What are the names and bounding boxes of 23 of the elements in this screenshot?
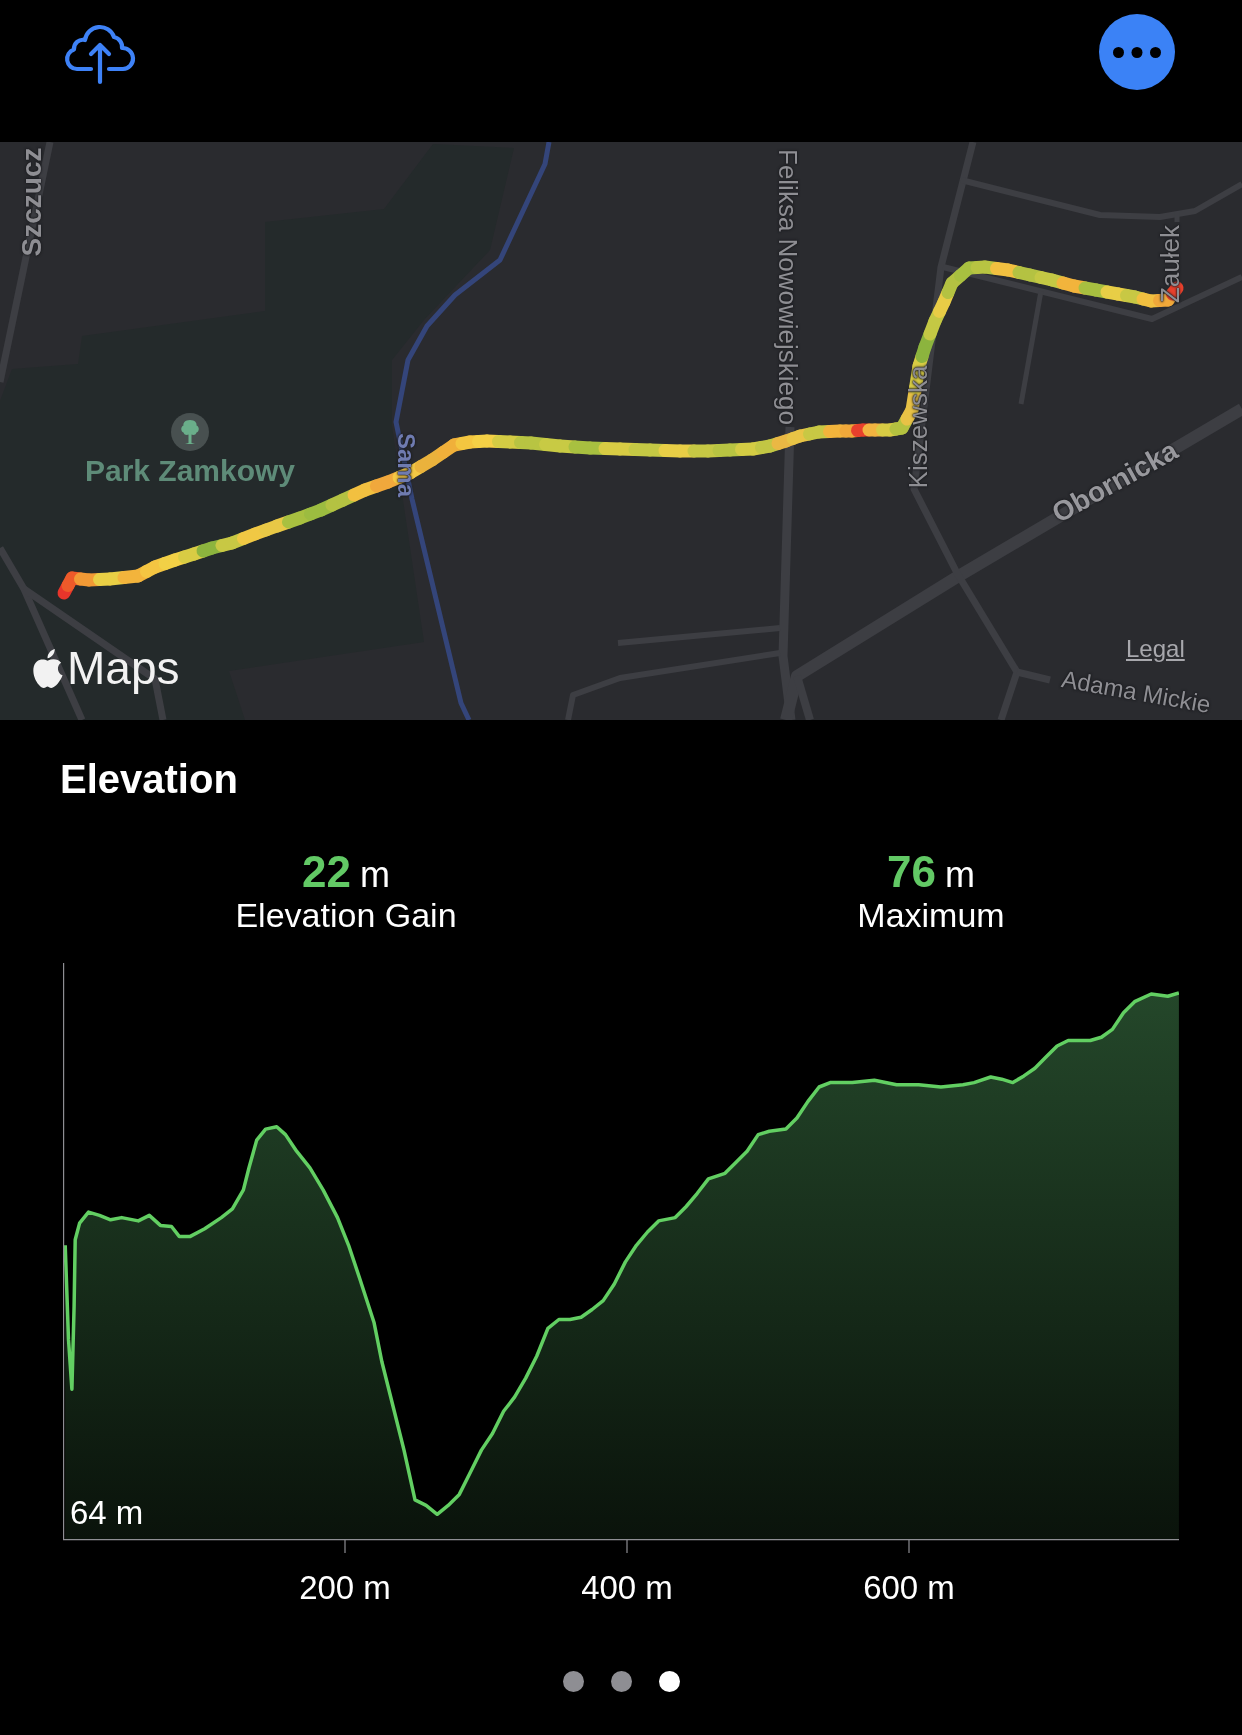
page-dot[interactable] — [658, 1671, 680, 1692]
legal-link[interactable]: Legal — [1126, 636, 1185, 663]
stat-value: 22 m — [302, 848, 390, 896]
stat-value: 76 m — [887, 848, 975, 896]
street-label: Szczucz — [18, 147, 46, 257]
x-tick-label: 600 m — [863, 1568, 955, 1608]
stat-label: Elevation Gain — [235, 896, 457, 934]
street-label: Adama Mickie — [1059, 667, 1213, 717]
y-axis-label: 64 m — [70, 1493, 144, 1533]
park-label: Park Zamkowy — [84, 456, 296, 486]
street-label: Kiszewska — [905, 365, 931, 489]
street-label: Feliksa Nowowiejskiego — [775, 149, 801, 425]
x-tick-label: 400 m — [581, 1568, 673, 1608]
stat-label: Maximum — [857, 896, 1005, 934]
river-label: Sama — [394, 433, 418, 497]
ellipsis-icon — [1113, 46, 1161, 58]
street-label: Zaułek — [1157, 225, 1183, 303]
tree-icon — [171, 413, 209, 451]
section-title: Elevation — [60, 756, 238, 803]
x-tick-label: 200 m — [299, 1568, 391, 1608]
apple-icon — [31, 648, 64, 688]
page-dot[interactable] — [610, 1671, 632, 1692]
page-dot[interactable] — [562, 1671, 584, 1692]
